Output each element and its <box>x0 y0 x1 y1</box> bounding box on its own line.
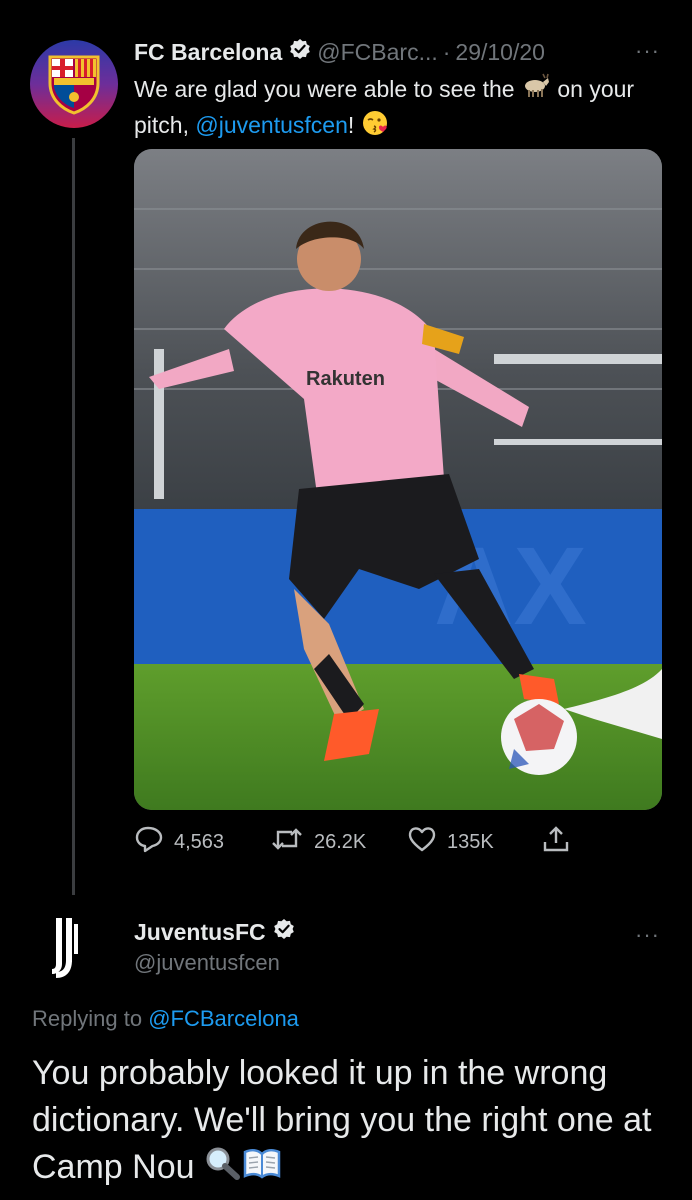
fc-barcelona-avatar[interactable] <box>30 40 118 128</box>
magnifying-glass-emoji-icon <box>204 1146 242 1193</box>
replying-to-line: Replying to @FCBarcelona <box>32 1006 299 1032</box>
reply-count: 4,563 <box>174 830 225 853</box>
reply-text: You probably looked it up in the wrong d… <box>32 1050 672 1193</box>
share-button[interactable] <box>541 822 571 862</box>
reply-author-handle[interactable]: @juventusfcen <box>134 950 280 976</box>
tweet-text-part1: We are glad you were able to see the <box>134 76 521 102</box>
replying-to-mention[interactable]: @FCBarcelona <box>148 1006 299 1031</box>
like-count: 135K <box>447 830 494 853</box>
reply-more-options-icon[interactable]: ··· <box>635 922 660 948</box>
retweet-icon <box>270 825 304 859</box>
tweet-header: FC Barcelona @FCBarc... · 29/10/20 <box>134 36 545 68</box>
fcb-crest-icon <box>48 55 100 115</box>
author-handle[interactable]: @FCBarc... <box>317 39 437 66</box>
reply-text-body: You probably looked it up in the wrong d… <box>32 1054 652 1186</box>
reply-icon <box>134 825 164 859</box>
tweet-text: We are glad you were able to see the on … <box>134 72 669 146</box>
open-book-emoji-icon <box>242 1146 282 1193</box>
reply-button[interactable]: 4,563 <box>134 822 224 862</box>
tweet-text-part3: ! <box>347 112 355 139</box>
more-options-icon[interactable]: ··· <box>635 38 660 64</box>
mention-link[interactable]: @juventusfcen <box>195 112 348 138</box>
tweet-photo[interactable]: AX Rakuten <box>134 149 662 810</box>
thread-connector-line <box>72 138 75 895</box>
goat-emoji-icon <box>521 73 551 108</box>
reply-author-name[interactable]: JuventusFC <box>134 919 266 946</box>
retweet-count: 26.2K <box>314 830 367 853</box>
separator-dot: · <box>442 38 451 65</box>
replying-prefix: Replying to <box>32 1006 149 1031</box>
share-icon <box>541 824 571 860</box>
juventus-logo-icon <box>52 918 78 978</box>
retweet-button[interactable]: 26.2K <box>270 822 366 862</box>
like-button[interactable]: 135K <box>407 822 494 862</box>
verified-badge-icon <box>273 918 295 946</box>
tweet-date[interactable]: 29/10/20 <box>455 39 545 66</box>
svg-text:Rakuten: Rakuten <box>306 368 385 390</box>
face-blowing-kiss-emoji-icon <box>361 109 389 146</box>
reply-header: JuventusFC <box>134 918 301 946</box>
heart-icon <box>407 825 437 859</box>
juventus-avatar[interactable] <box>38 914 108 984</box>
verified-badge-icon <box>289 38 311 66</box>
player-dribbling-photo-icon: AX Rakuten <box>134 149 662 810</box>
author-name[interactable]: FC Barcelona <box>134 39 282 66</box>
